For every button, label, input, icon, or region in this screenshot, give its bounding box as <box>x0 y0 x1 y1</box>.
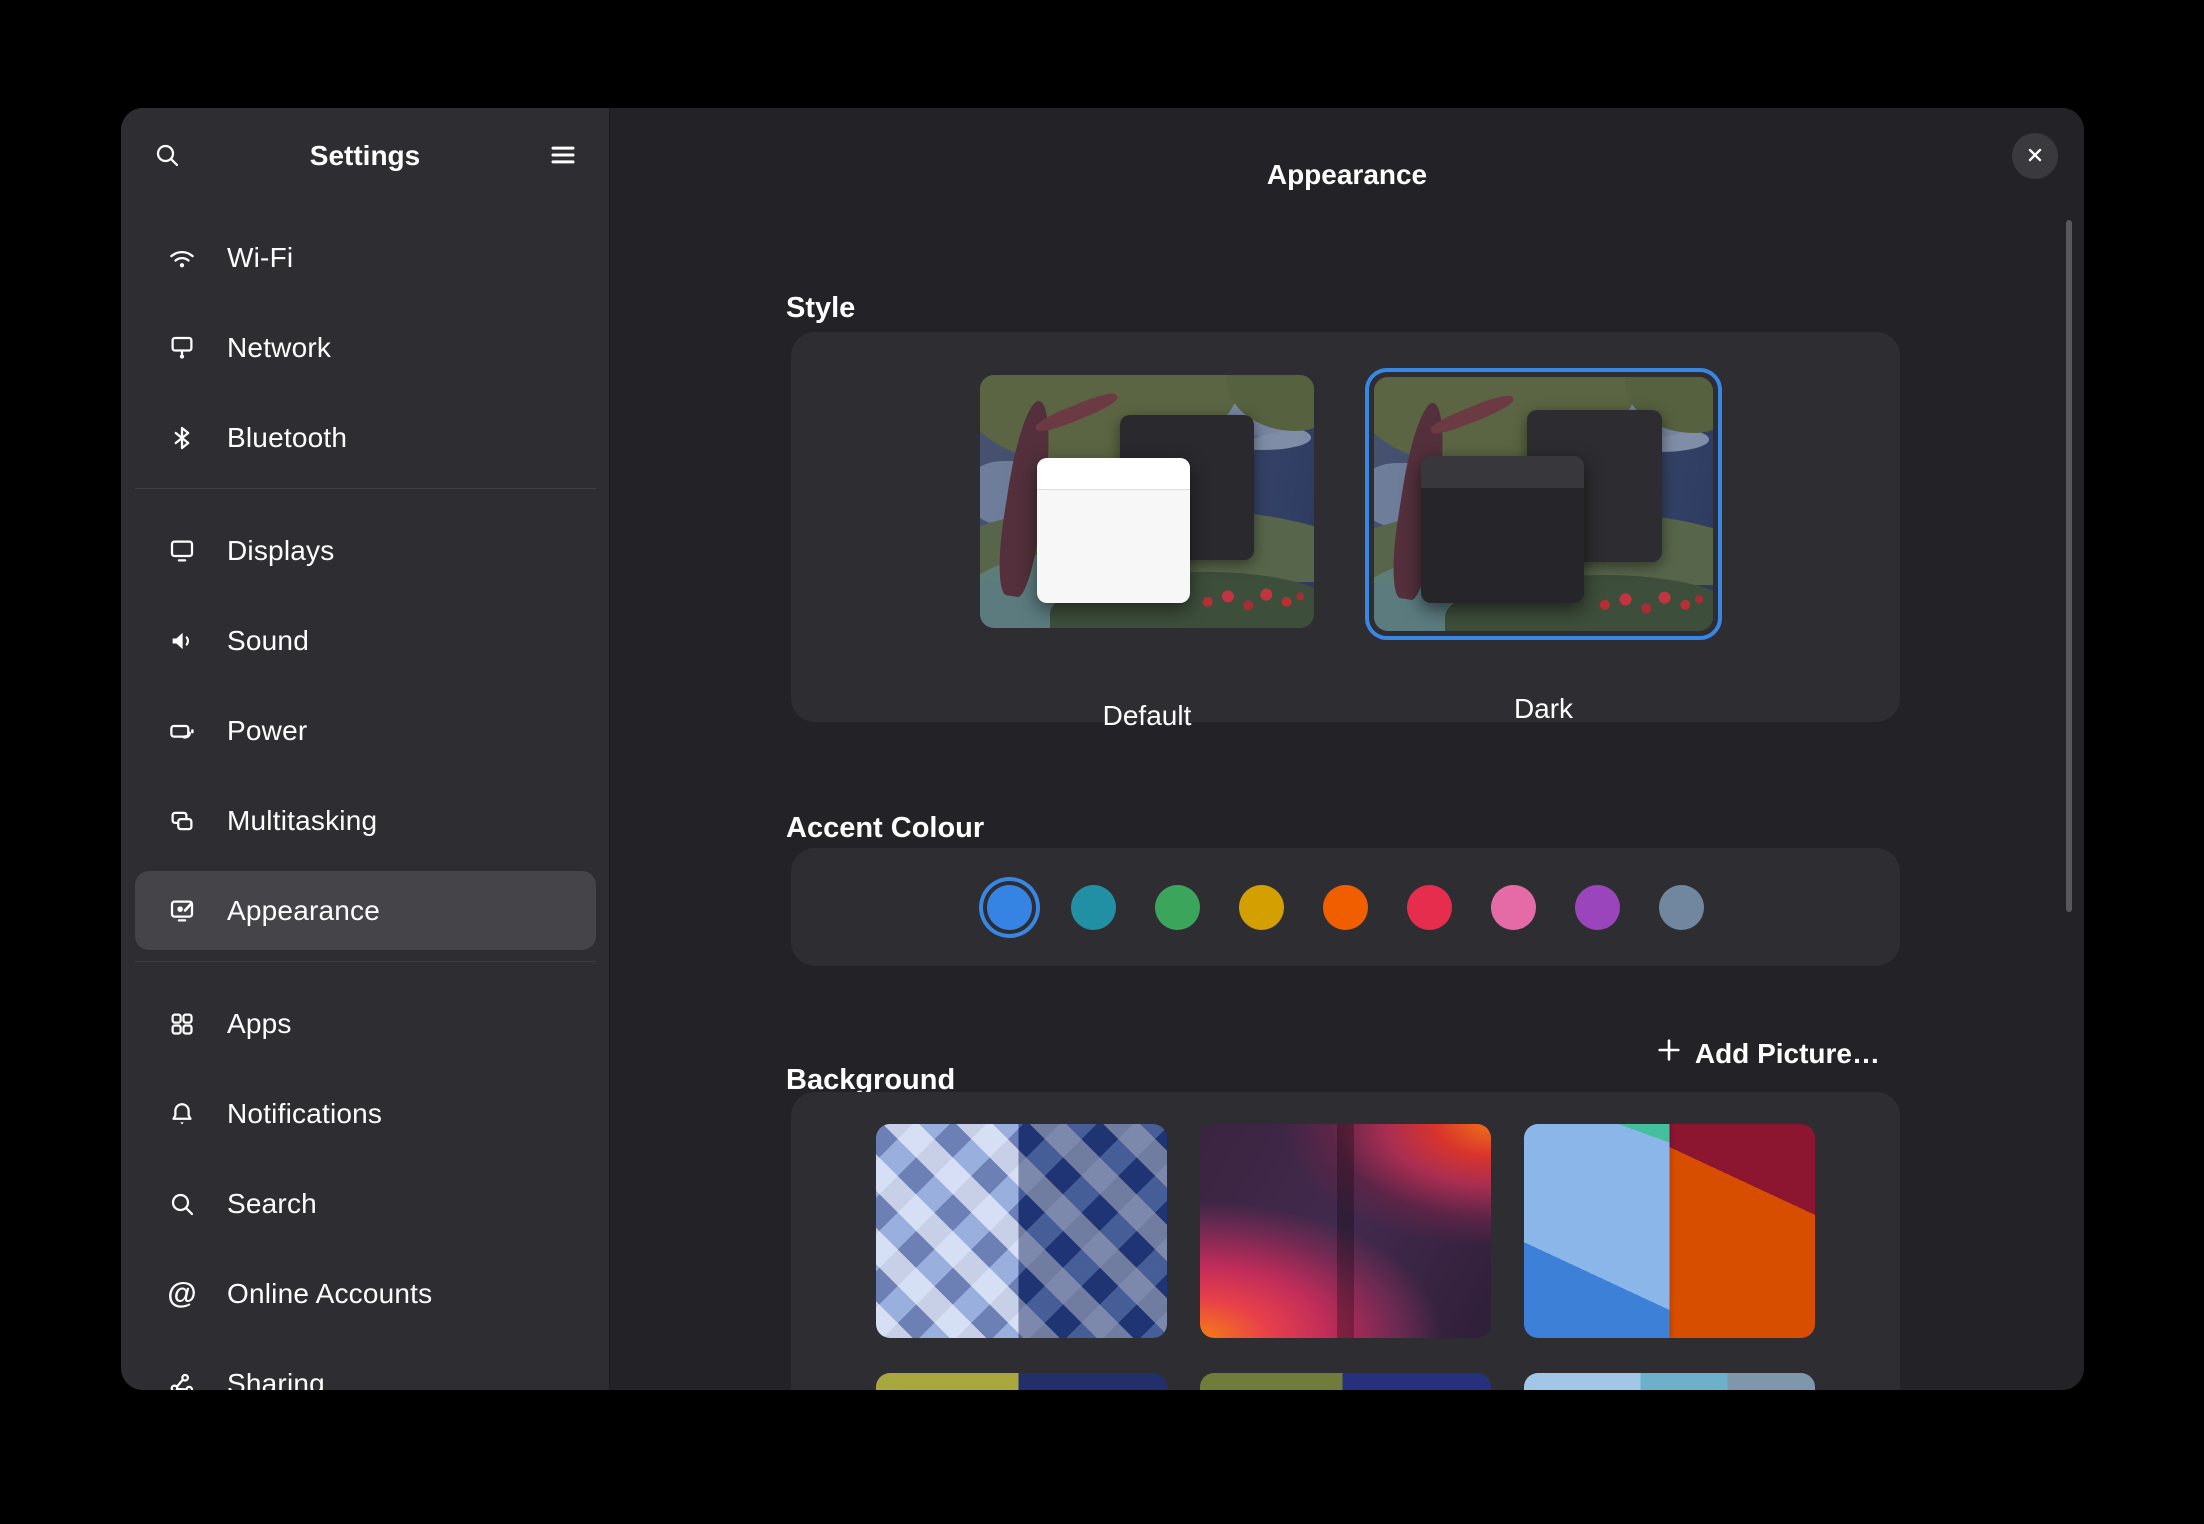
sidebar-item-bluetooth[interactable]: Bluetooth <box>135 398 596 477</box>
settings-window: Settings Wi-Fi <box>121 108 2084 1390</box>
style-option-default[interactable]: Default <box>980 375 1314 628</box>
sidebar-title: Settings <box>121 108 609 204</box>
style-section-title: Style <box>786 292 855 325</box>
style-option-dark[interactable]: Dark <box>1365 368 1722 640</box>
sidebar-item-label: Multitasking <box>227 805 377 837</box>
wallpaper-thumb-row2-2[interactable] <box>1200 1373 1491 1390</box>
accent-swatch-green[interactable] <box>1155 885 1200 930</box>
sidebar-item-apps[interactable]: Apps <box>135 984 596 1063</box>
sidebar-item-label: Displays <box>227 535 334 567</box>
selected-style-frame <box>1365 368 1722 640</box>
sidebar-item-power[interactable]: Power <box>135 691 596 770</box>
sharing-icon <box>165 1367 199 1391</box>
page-title: Appearance <box>610 127 2084 223</box>
headerbar: Appearance <box>610 108 2084 204</box>
accent-colour-card <box>791 848 1900 966</box>
sidebar-item-online-accounts[interactable]: @ Online Accounts <box>135 1254 596 1333</box>
style-option-label: Dark <box>1365 693 1722 725</box>
sidebar-headerbar: Settings <box>121 108 609 204</box>
accent-swatch-yellow[interactable] <box>1239 885 1284 930</box>
sidebar-item-sound[interactable]: Sound <box>135 601 596 680</box>
close-icon <box>2024 144 2046 169</box>
power-icon <box>165 714 199 748</box>
sidebar-item-label: Sound <box>227 625 309 657</box>
wallpaper-thumb-row2-3[interactable] <box>1524 1373 1815 1390</box>
display-icon <box>165 534 199 568</box>
sidebar-item-notifications[interactable]: Notifications <box>135 1074 596 1153</box>
sidebar-item-multitasking[interactable]: Multitasking <box>135 781 596 860</box>
add-picture-label: Add Picture… <box>1695 1038 1880 1070</box>
desktop-background: Settings Wi-Fi <box>0 0 2204 1524</box>
sidebar-item-sharing[interactable]: Sharing <box>135 1344 596 1390</box>
sound-icon <box>165 624 199 658</box>
accent-swatch-purple[interactable] <box>1575 885 1620 930</box>
sidebar-item-search[interactable]: Search <box>135 1164 596 1243</box>
sidebar-item-label: Search <box>227 1188 317 1220</box>
plus-icon <box>1655 1036 1683 1071</box>
wallpaper-thumb-row2-1[interactable] <box>876 1373 1167 1390</box>
accent-swatch-orange[interactable] <box>1323 885 1368 930</box>
sidebar-item-label: Sharing <box>227 1368 325 1391</box>
accent-swatch-blue[interactable] <box>987 885 1032 930</box>
sidebar-item-label: Apps <box>227 1008 292 1040</box>
background-card <box>791 1092 1900 1390</box>
main-menu-button[interactable] <box>539 132 587 180</box>
sidebar-item-displays[interactable]: Displays <box>135 511 596 590</box>
sidebar-item-label: Power <box>227 715 307 747</box>
wifi-icon <box>165 241 199 275</box>
sidebar: Settings Wi-Fi <box>121 108 610 1390</box>
wallpaper-thumb-magma-waves[interactable] <box>1200 1124 1491 1338</box>
sidebar-item-label: Online Accounts <box>227 1278 432 1310</box>
sidebar-nav: Wi-Fi Network Bluetooth <box>135 218 596 1390</box>
style-option-label: Default <box>980 700 1314 732</box>
apps-icon <box>165 1007 199 1041</box>
accent-swatch-red[interactable] <box>1407 885 1452 930</box>
accent-section-title: Accent Colour <box>786 812 984 845</box>
close-window-button[interactable] <box>2012 133 2058 179</box>
style-preview-default <box>980 375 1314 628</box>
hamburger-menu-icon <box>548 140 578 173</box>
sidebar-item-wifi[interactable]: Wi-Fi <box>135 218 596 297</box>
search-icon <box>165 1187 199 1221</box>
sidebar-item-label: Notifications <box>227 1098 382 1130</box>
sidebar-divider <box>135 488 596 489</box>
style-card: Default <box>791 332 1900 722</box>
sidebar-item-label: Appearance <box>227 895 380 927</box>
preview-window-front-light <box>1037 458 1191 602</box>
accent-swatch-pink[interactable] <box>1491 885 1536 930</box>
preview-window-front-dark <box>1421 456 1584 603</box>
sidebar-item-appearance[interactable]: Appearance <box>135 871 596 950</box>
multitasking-icon <box>165 804 199 838</box>
notifications-icon <box>165 1097 199 1131</box>
sidebar-item-label: Wi-Fi <box>227 242 293 274</box>
sidebar-item-label: Bluetooth <box>227 422 347 454</box>
sidebar-item-network[interactable]: Network <box>135 308 596 387</box>
bluetooth-icon <box>165 421 199 455</box>
sidebar-divider <box>135 961 596 962</box>
add-picture-button[interactable]: Add Picture… <box>1655 1036 1880 1071</box>
vertical-scrollbar[interactable] <box>2066 220 2072 912</box>
sidebar-item-label: Network <box>227 332 331 364</box>
network-icon <box>165 331 199 365</box>
accent-swatch-slate[interactable] <box>1659 885 1704 930</box>
accent-swatch-teal[interactable] <box>1071 885 1116 930</box>
style-preview-dark <box>1374 377 1713 631</box>
wallpaper-thumb-drool-split[interactable] <box>1524 1124 1815 1338</box>
online-accounts-icon: @ <box>165 1277 199 1311</box>
wallpaper-thumb-blue-cubes[interactable] <box>876 1124 1167 1338</box>
appearance-page: Appearance Style <box>610 108 2084 1390</box>
appearance-icon <box>165 894 199 928</box>
